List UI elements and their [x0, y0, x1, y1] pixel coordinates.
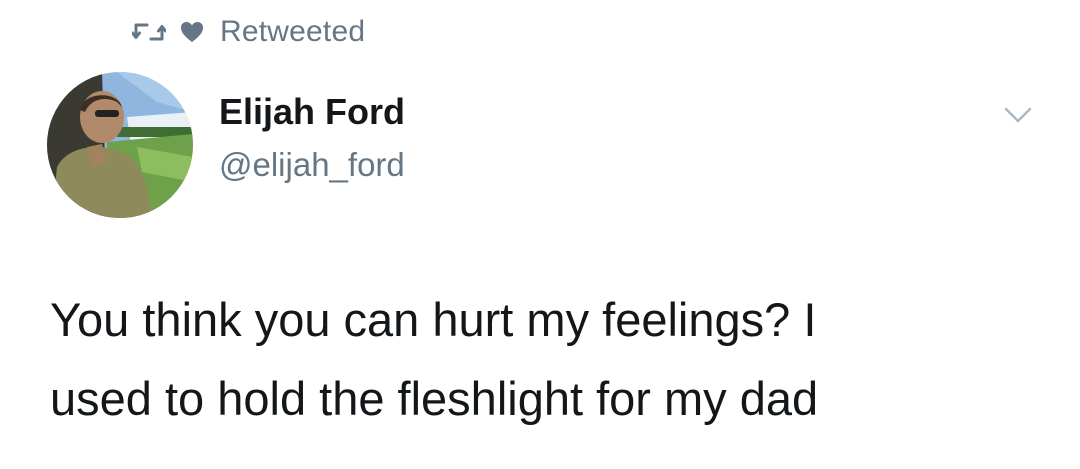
tweet-text: You think you can hurt my feelings? I us… [50, 293, 819, 425]
author-handle[interactable]: @elijah_ford [219, 146, 405, 184]
chevron-down-icon[interactable] [1003, 104, 1033, 126]
heart-icon [180, 21, 204, 43]
avatar[interactable] [47, 72, 193, 218]
retweet-icon [131, 19, 167, 45]
author-name[interactable]: Elijah Ford [219, 91, 405, 133]
social-context: Retweeted [131, 12, 366, 52]
retweeted-label: Retweeted [220, 15, 366, 48]
